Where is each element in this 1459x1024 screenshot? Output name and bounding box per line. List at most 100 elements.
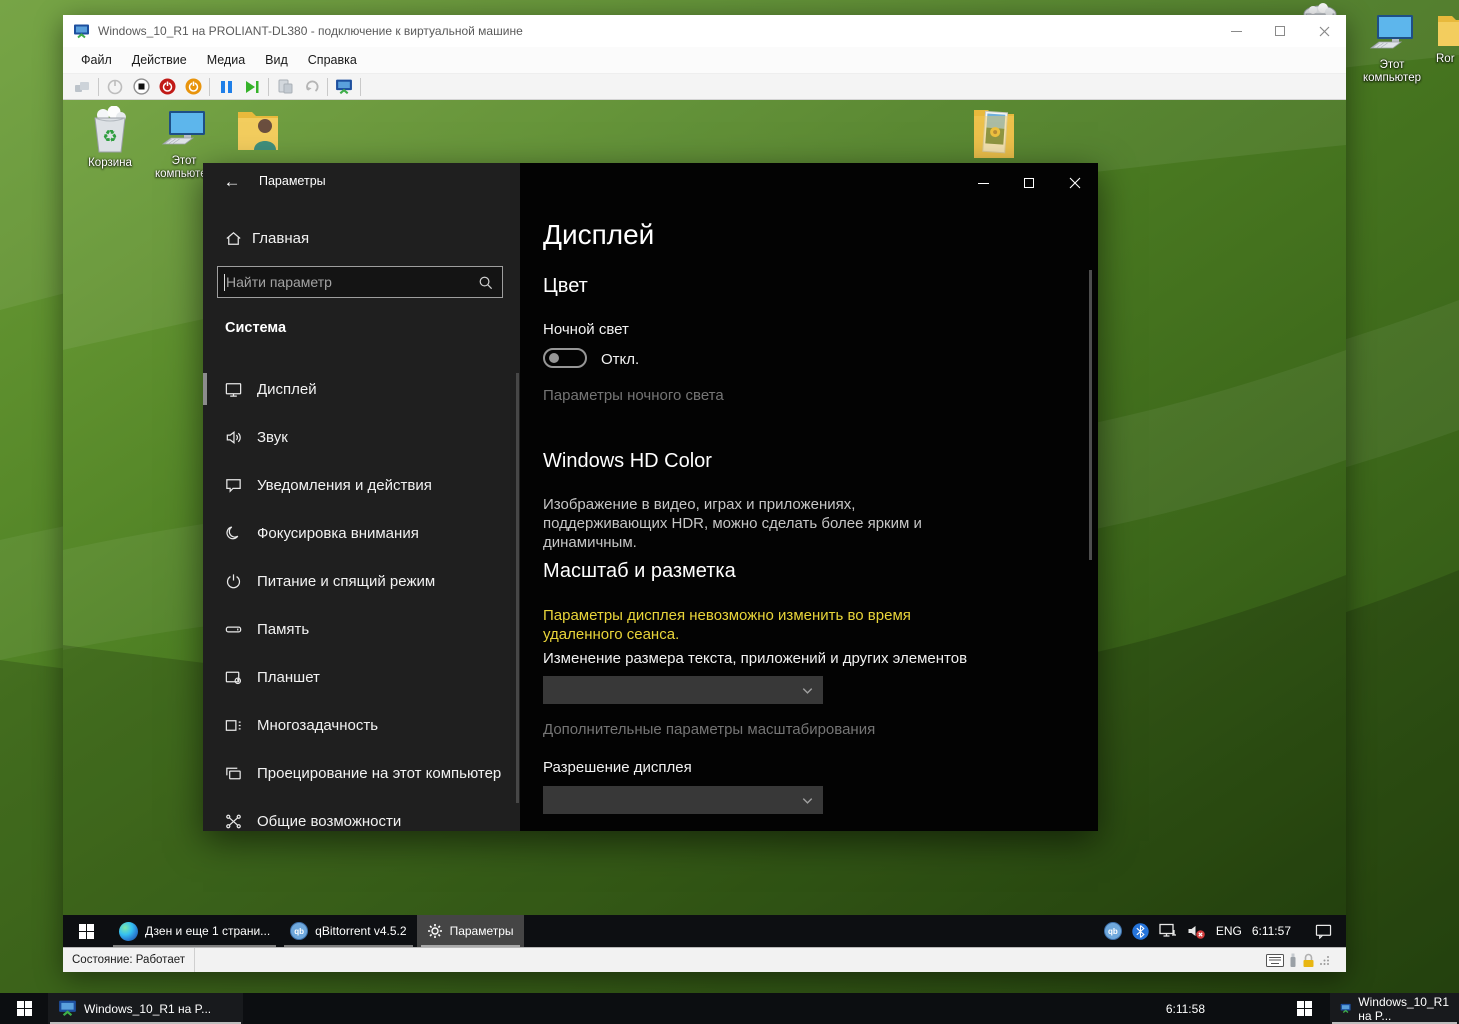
vm-desktop-icon-recycle-bin[interactable]: ♻ Корзина — [77, 106, 143, 170]
sidebar-item-label: Память — [257, 621, 309, 638]
settings-minimize-button[interactable] — [960, 163, 1006, 203]
desktop-icon-label: Этот компьютер — [1352, 59, 1432, 85]
vm-desktop-icon-pictures-folder[interactable] — [961, 102, 1027, 162]
host-desktop-icon-folder[interactable]: Ror — [1436, 10, 1459, 66]
settings-window-title: Параметры — [259, 174, 326, 188]
moon-icon — [224, 524, 243, 543]
settings-maximize-button[interactable] — [1006, 163, 1052, 203]
chevron-down-icon — [800, 683, 815, 698]
sidebar-item-sound[interactable]: Звук — [203, 413, 520, 461]
toggle-knob — [549, 353, 559, 363]
svg-text:♻: ♻ — [102, 127, 117, 146]
volume-muted-icon[interactable] — [1187, 923, 1206, 940]
lock-icon — [1302, 953, 1315, 968]
sidebar-item-multitasking[interactable]: Многозадачность — [203, 701, 520, 749]
night-light-label: Ночной свет — [543, 321, 629, 338]
reset-button[interactable] — [239, 76, 265, 98]
taskbar-button-qbittorrent[interactable]: qb qBittorrent v4.5.2 — [280, 915, 416, 947]
user-folder-icon — [234, 108, 282, 154]
sidebar-item-label: Звук — [257, 429, 288, 446]
host-taskbar-button-vmconnect[interactable]: Windows_10_R1 на P... — [48, 993, 243, 1024]
shut-down-button[interactable] — [154, 76, 180, 98]
taskbar-button-label: Windows_10_R1 на P... — [84, 1002, 211, 1016]
resolution-dropdown[interactable] — [543, 786, 823, 814]
vm-minimize-button[interactable] — [1214, 15, 1258, 47]
sidebar-item-focus-assist[interactable]: Фокусировка внимания — [203, 509, 520, 557]
vm-statusbar: Состояние: Работает — [63, 947, 1346, 972]
host-desktop-icon-this-pc[interactable]: Этот компьютер — [1352, 14, 1432, 85]
pause-icon — [220, 80, 233, 94]
taskbar-button-settings[interactable]: Параметры — [417, 915, 524, 947]
night-light-state: Откл. — [601, 351, 639, 368]
windows-logo-icon — [79, 924, 94, 939]
sidebar-item-projecting[interactable]: Проецирование на этот компьютер — [203, 749, 520, 797]
resize-grip[interactable] — [1320, 955, 1330, 965]
pictures-folder-icon — [969, 102, 1019, 162]
storage-icon — [224, 620, 243, 639]
this-pc-icon — [161, 110, 207, 152]
scale-dropdown[interactable] — [543, 676, 823, 704]
search-input[interactable] — [226, 267, 466, 297]
night-light-toggle[interactable] — [543, 348, 587, 368]
taskbar-button-edge[interactable]: Дзен и еще 1 страни... — [109, 915, 280, 947]
bluetooth-icon[interactable] — [1132, 923, 1149, 940]
vm-connection-window: Windows_10_R1 на PROLIANT-DL380 - подклю… — [63, 15, 1346, 972]
sidebar-item-label: Питание и спящий режим — [257, 573, 435, 590]
sidebar-item-shared-experiences[interactable]: Общие возможности — [203, 797, 520, 831]
content-scrollbar[interactable] — [1089, 270, 1092, 560]
revert-button[interactable] — [298, 76, 324, 98]
menu-action[interactable]: Действие — [122, 47, 197, 73]
enhanced-session-button[interactable] — [331, 76, 357, 98]
advanced-scaling-link[interactable]: Дополнительные параметры масштабирования — [543, 721, 875, 738]
settings-searchbox[interactable] — [217, 266, 503, 298]
action-center-icon[interactable] — [1315, 924, 1332, 939]
night-light-settings-link[interactable]: Параметры ночного света — [543, 387, 724, 404]
sidebar-item-notifications[interactable]: Уведомления и действия — [203, 461, 520, 509]
qbittorrent-tray-icon[interactable]: qb — [1104, 922, 1122, 940]
checkpoint-button[interactable] — [272, 76, 298, 98]
desktop-icon-label: Корзина — [88, 157, 132, 170]
pause-button[interactable] — [213, 76, 239, 98]
turn-off-button[interactable] — [128, 76, 154, 98]
page-title: Дисплей — [543, 219, 654, 251]
start-vm-button[interactable] — [102, 76, 128, 98]
vm-app-icon — [73, 24, 90, 39]
vm-clock[interactable]: 6:11:57 — [1252, 924, 1291, 938]
vm-maximize-button[interactable] — [1258, 15, 1302, 47]
taskbar-button-label: Параметры — [450, 924, 514, 938]
menu-view[interactable]: Вид — [255, 47, 298, 73]
vm-desktop-icon-user-folder[interactable] — [225, 108, 291, 154]
network-icon[interactable] — [1159, 923, 1177, 939]
host-start-button[interactable] — [0, 993, 48, 1024]
stop-icon — [133, 78, 150, 95]
host-taskbar-button-vmconnect-secondary[interactable]: Windows_10_R1 на P... — [1330, 993, 1459, 1024]
host-clock[interactable]: 6:11:58 — [1166, 993, 1205, 1024]
sidebar-section-heading: Система — [225, 320, 286, 336]
vm-system-tray: qb ENG 6:11:57 — [1104, 915, 1332, 947]
vm-titlebar[interactable]: Windows_10_R1 на PROLIANT-DL380 - подклю… — [63, 15, 1346, 47]
sidebar-item-storage[interactable]: Память — [203, 605, 520, 653]
desktop-icon-label: Ror — [1436, 53, 1455, 66]
sidebar-item-tablet[interactable]: Планшет — [203, 653, 520, 701]
power-orange-icon — [185, 78, 202, 95]
keyboard-icon — [1266, 954, 1284, 967]
power-gray-icon — [107, 79, 123, 95]
vm-start-button[interactable] — [63, 915, 109, 947]
enhanced-session-icon — [335, 79, 353, 95]
sidebar-item-display[interactable]: Дисплей — [203, 365, 520, 413]
sidebar-scrollbar[interactable] — [516, 373, 519, 803]
ctrl-alt-del-button[interactable] — [69, 76, 95, 98]
sidebar-item-power-sleep[interactable]: Питание и спящий режим — [203, 557, 520, 605]
ctrl-alt-del-icon — [74, 80, 90, 94]
sidebar-item-home[interactable]: Главная — [203, 221, 520, 255]
menu-media[interactable]: Медиа — [197, 47, 255, 73]
settings-close-button[interactable] — [1052, 163, 1098, 203]
vm-screen: ♻ Корзина Этот компьютер — [63, 100, 1346, 947]
menu-help[interactable]: Справка — [298, 47, 367, 73]
menu-file[interactable]: Файл — [71, 47, 122, 73]
back-button[interactable]: ← — [215, 167, 249, 197]
save-vm-button[interactable] — [180, 76, 206, 98]
vm-close-button[interactable] — [1302, 15, 1346, 47]
language-indicator[interactable]: ENG — [1216, 924, 1242, 938]
host-start-button-secondary[interactable] — [1280, 993, 1328, 1024]
